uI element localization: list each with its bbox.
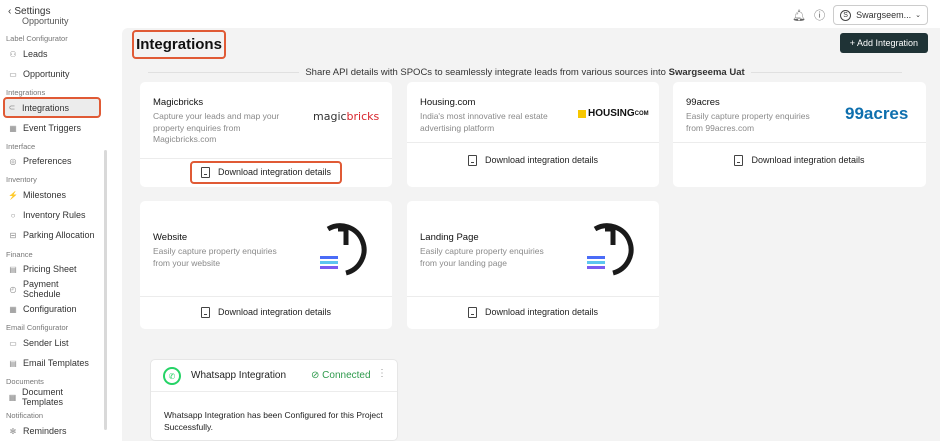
download-integration-details-button[interactable]: Download integration details [407,150,659,170]
download-integration-details-button[interactable]: Download integration details [189,160,343,184]
milestone-icon: ⚡ [8,190,18,200]
section-integrations: Integrations [6,88,46,97]
document-icon: ▦ [8,392,17,402]
sidebar-item-payment-schedule[interactable]: ◴ Payment Schedule [6,279,98,299]
info-banner: Share API details with SPOCs to seamless… [148,67,902,78]
card-description: Easily capture property enquiries from y… [420,246,544,268]
integration-card-magicbricks: Magicbricks Capture your leads and map y… [140,82,392,187]
sidebar-item-document-templates[interactable]: ▦ Document Templates [6,387,98,407]
calendar-icon: ▦ [9,123,17,133]
section-inventory: Inventory [6,175,37,184]
sidebar-item-pricing-sheet[interactable]: ▤ Pricing Sheet [6,260,98,278]
website-logo-icon [320,223,367,276]
card-description: Easily capture property enquiries from 9… [686,111,810,133]
add-integration-button[interactable]: + Add Integration [839,33,928,53]
grid-icon: ▦ [9,304,17,314]
sidebar-item-milestones[interactable]: ⚡ Milestones [6,186,98,204]
user-menu-button[interactable]: S Swargseem... ⌄ [833,5,928,25]
whatsapp-integration-card: ✆ Whatsapp Integration ⊘ Connected ⋮ Wha… [150,359,398,441]
section-label-configurator: Label Configurator [6,34,68,43]
help-icon[interactable]: ⓘ [814,7,825,23]
sidebar-item-sender-list[interactable]: ▭ Sender List [6,334,98,352]
topbar: 🔔︎ ⓘ S Swargseem... ⌄ [792,5,928,25]
landing-page-logo-icon [587,223,634,276]
sheet-icon: ▤ [9,264,17,274]
section-finance: Finance [6,250,33,259]
more-options-icon[interactable]: ⋮ [377,368,387,379]
sidebar-item-email-templates[interactable]: ▤ Email Templates [6,354,98,372]
download-integration-details-button[interactable]: Download integration details [407,302,659,322]
sidebar-item-configuration[interactable]: ▦ Configuration [6,300,98,318]
magicbricks-logo: magicbricks [313,110,380,123]
car-icon: ⊟ [9,230,17,240]
section-email-configurator: Email Configurator [6,323,69,332]
avatar: S [840,9,852,21]
whatsapp-description: Whatsapp Integration has been Configured… [164,410,383,432]
card-description: India's most innovative real estate adve… [420,111,548,133]
document-download-icon [200,306,210,318]
circle-icon: ○ [10,210,16,220]
sidebar-item-event-triggers[interactable]: ▦ Event Triggers [6,119,98,137]
card-title: Magicbricks [153,97,204,108]
link-icon: ⊂ [8,103,16,112]
page-title: Integrations [132,30,226,59]
sidebar-item-opportunity-top[interactable]: Opportunity [22,16,69,26]
clock-icon: ◴ [9,284,17,294]
section-notification: Notification [6,411,44,420]
sidebar: ‹ Settings Opportunity Label Configurator… [0,0,118,441]
bell-icon: ✻ [9,426,17,436]
document-download-icon [200,166,210,178]
section-interface: Interface [6,142,36,151]
whatsapp-title: Whatsapp Integration [191,370,287,381]
sidebar-item-parking-allocation[interactable]: ⊟ Parking Allocation [6,226,98,244]
sidebar-item-reminders[interactable]: ✻ Reminders [6,422,98,440]
sidebar-item-inventory-rules[interactable]: ○ Inventory Rules [6,206,98,224]
sliders-icon: ◎ [9,156,17,166]
sidebar-scrollbar[interactable] [104,150,107,430]
chevron-down-icon: ⌄ [915,12,921,19]
integration-card-website: Website Easily capture property enquirie… [140,201,392,329]
check-circle-icon: ⊘ [311,370,323,381]
chevron-left-icon: ‹ [8,6,12,17]
status-badge: ⊘ Connected [311,370,371,381]
document-download-icon [467,154,477,166]
integration-card-housing: Housing.com India's most innovative real… [407,82,659,187]
card-description: Easily capture property enquiries from y… [153,246,277,268]
card-title: 99acres [686,97,720,108]
notification-bell-icon[interactable]: 🔔︎ [792,9,806,22]
document-download-icon [467,306,477,318]
card-title: Housing.com [420,97,476,108]
sidebar-item-preferences[interactable]: ◎ Preferences [6,152,98,170]
download-integration-details-button[interactable]: Download integration details [140,302,392,322]
list-icon: ▭ [9,338,17,348]
briefcase-icon: ▭ [9,69,17,79]
card-title: Website [153,232,188,243]
sidebar-item-opportunity[interactable]: ▭ Opportunity [6,65,98,83]
99acres-logo: 99acres [845,104,909,123]
integration-card-landing-page: Landing Page Easily capture property enq… [407,201,659,329]
template-icon: ▤ [9,358,17,368]
housing-logo: HOUSING COM [578,108,649,119]
sidebar-item-integrations[interactable]: ⊂ Integrations [3,97,101,118]
whatsapp-icon: ✆ [163,367,181,385]
integration-card-99acres: 99acres Easily capture property enquirie… [673,82,926,187]
download-integration-details-button[interactable]: Download integration details [673,150,926,170]
card-title: Landing Page [420,232,479,243]
card-description: Capture your leads and map your property… [153,111,280,144]
section-documents: Documents [6,377,44,386]
document-download-icon [734,154,744,166]
sidebar-item-leads[interactable]: ⚇ Leads [6,45,98,63]
people-icon: ⚇ [9,49,17,59]
